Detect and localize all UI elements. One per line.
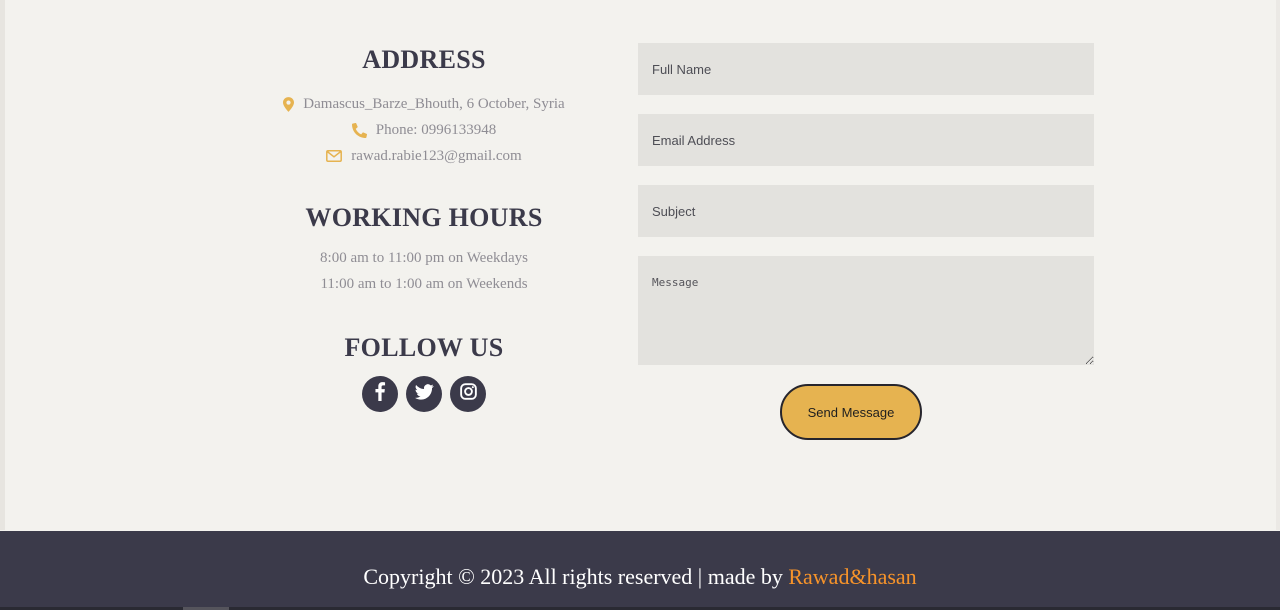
- social-links: [274, 376, 574, 412]
- subject-input[interactable]: [638, 185, 1094, 237]
- follow-us-title: FOLLOW US: [344, 333, 504, 362]
- address-phone-text: Phone: 0996133948: [375, 122, 497, 138]
- address-title: ADDRESS: [362, 45, 486, 74]
- weekday-hours: 8:00 am to 11:00 pm on Weekdays: [320, 250, 528, 266]
- twitter-button[interactable]: [406, 376, 442, 412]
- contact-form: Send Message: [638, 43, 1094, 440]
- working-hours-details: 8:00 am to 11:00 pm on Weekdays 11:00 am…: [274, 245, 574, 297]
- copyright-text: Copyright © 2023 All rights reserved | m…: [363, 564, 789, 589]
- address-email[interactable]: rawad.rabie123@gmail.com: [274, 143, 574, 169]
- author-link[interactable]: Rawad&hasan: [788, 564, 916, 589]
- send-message-button[interactable]: Send Message: [780, 384, 922, 440]
- page-left-edge: [0, 0, 5, 530]
- address-location: Damascus_Barze_Bhouth, 6 October, Syria: [274, 91, 574, 117]
- address-email-text: rawad.rabie123@gmail.com: [351, 148, 522, 164]
- message-textarea[interactable]: [638, 256, 1094, 365]
- address-location-text: Damascus_Barze_Bhouth, 6 October, Syria: [303, 96, 565, 112]
- phone-icon: [351, 122, 367, 138]
- email-input[interactable]: [638, 114, 1094, 166]
- address-details: Damascus_Barze_Bhouth, 6 October, Syria …: [274, 91, 574, 169]
- envelope-icon: [326, 150, 343, 162]
- footer: Copyright © 2023 All rights reserved | m…: [0, 531, 1280, 610]
- footer-copyright: Copyright © 2023 All rights reserved | m…: [0, 564, 1280, 590]
- instagram-icon: [459, 383, 477, 405]
- facebook-icon: [374, 382, 386, 406]
- map-pin-icon: [283, 96, 295, 112]
- full-name-input[interactable]: [638, 43, 1094, 95]
- working-hours-title: WORKING HOURS: [305, 203, 543, 232]
- instagram-button[interactable]: [450, 376, 486, 412]
- weekend-hours: 11:00 am to 1:00 am on Weekends: [320, 276, 528, 292]
- page-right-edge: [1276, 0, 1280, 530]
- address-phone: Phone: 0996133948: [274, 117, 574, 143]
- facebook-button[interactable]: [362, 376, 398, 412]
- contact-info-column: ADDRESS Damascus_Barze_Bhouth, 6 October…: [274, 38, 574, 412]
- twitter-icon: [414, 383, 434, 405]
